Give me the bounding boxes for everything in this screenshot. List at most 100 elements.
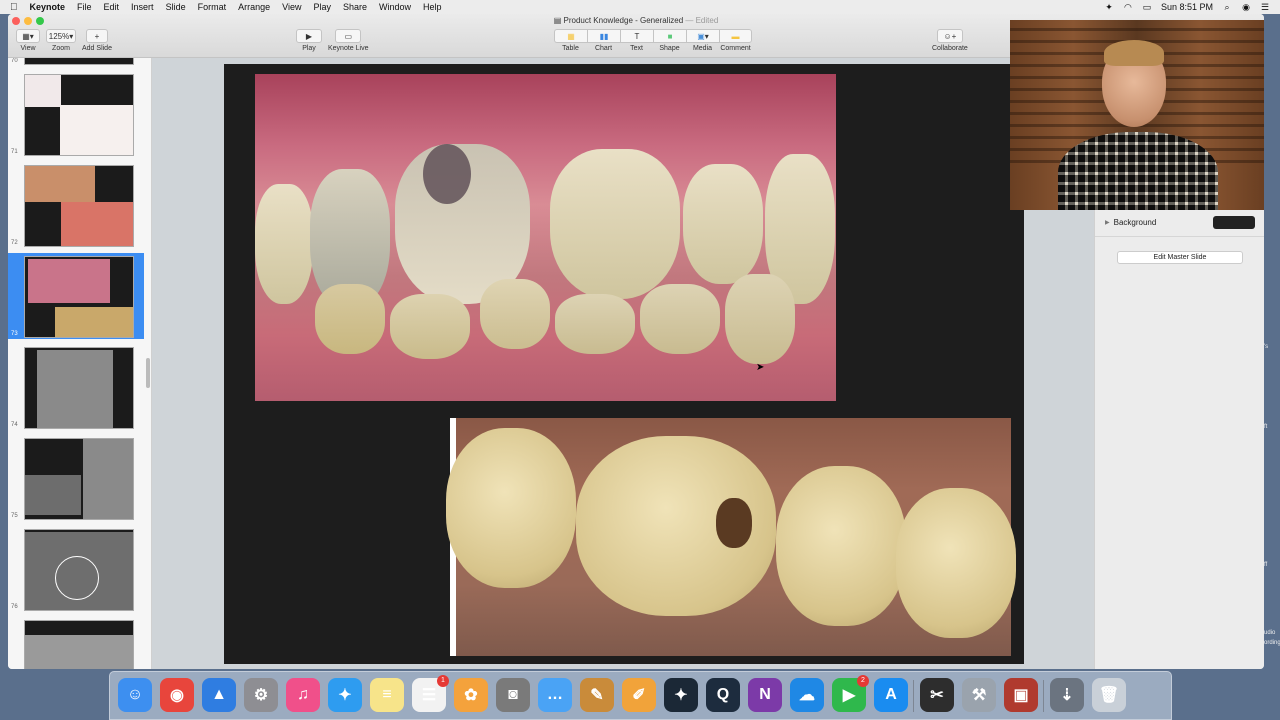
slide-preview — [24, 347, 134, 429]
document-icon: ▤ — [553, 16, 562, 25]
current-slide[interactable] — [224, 64, 1024, 664]
shape-button[interactable]: ■ Shape — [653, 29, 686, 52]
keynote-live-button[interactable]: ▭ Keynote Live — [328, 29, 368, 52]
menu-slide[interactable]: Slide — [166, 2, 186, 12]
kindle-icon[interactable]: ✦ — [664, 678, 698, 712]
appstore-icon[interactable]: A — [874, 678, 908, 712]
comment-label: Comment — [720, 45, 751, 52]
add-slide-button[interactable]: + Add Slide — [82, 29, 112, 52]
slide-number: 74 — [11, 422, 18, 428]
dock-separator — [1043, 680, 1044, 712]
app-menu[interactable]: Keynote — [30, 2, 66, 12]
slide-thumbnail-selected[interactable]: 73 — [8, 253, 144, 339]
sidebar-icon: ▦▾ — [16, 29, 40, 43]
thumb-image — [61, 202, 133, 246]
edit-master-slide-button[interactable]: Edit Master Slide — [1117, 251, 1243, 264]
media-label: Media — [692, 45, 713, 52]
facetime-icon[interactable]: ▶ 2 — [832, 675, 869, 712]
background-row[interactable]: ▶ Background — [1105, 218, 1156, 227]
compass-icon[interactable]: ✦ — [328, 678, 362, 712]
dropbox-icon[interactable]: ✦ — [1104, 2, 1114, 12]
view-button[interactable]: ▦▾ View — [16, 29, 40, 52]
notes-icon[interactable]: ≡ — [370, 678, 404, 712]
menu-insert[interactable]: Insert — [131, 2, 154, 12]
table-button[interactable]: ▦ Table — [554, 29, 587, 52]
chart-icon: ▮▮ — [587, 29, 620, 43]
collaborate-icon: ☺+ — [936, 29, 963, 43]
background-label: Background — [1113, 218, 1157, 227]
quicktime-icon[interactable]: Q — [706, 678, 740, 712]
menu-share[interactable]: Share — [343, 2, 367, 12]
wifi-icon[interactable]: ◠ — [1123, 2, 1133, 12]
music-icon[interactable]: ♫ — [286, 678, 320, 712]
menu-view[interactable]: View — [282, 2, 301, 12]
notification-center-icon[interactable]: ☰ — [1260, 2, 1270, 12]
thumb-image — [83, 439, 133, 519]
menu-format[interactable]: Format — [198, 2, 227, 12]
slide-thumbnail[interactable]: 74 — [8, 344, 144, 430]
slide-number: 73 — [11, 331, 18, 337]
finder-icon[interactable]: ☺ — [118, 678, 152, 712]
comment-icon: ▬ — [719, 29, 752, 43]
background-color-well[interactable] — [1213, 216, 1255, 229]
messages-icon[interactable]: … — [538, 678, 572, 712]
media-button[interactable]: ▣ ▾ Media — [686, 29, 719, 52]
menu-play[interactable]: Play — [313, 2, 331, 12]
apple-menu-icon[interactable]:  — [10, 2, 18, 13]
thumb-image — [25, 475, 81, 515]
downloads-icon[interactable]: ⇣ — [1050, 678, 1084, 712]
finalcut-icon[interactable]: ✂ — [920, 678, 954, 712]
onenote-icon[interactable]: N — [748, 678, 782, 712]
preview-icon[interactable]: ✎ — [580, 678, 614, 712]
slide-thumbnail[interactable]: 72 — [8, 162, 144, 248]
slide-navigator[interactable]: 70 71 72 73 74 75 76 — [8, 58, 152, 669]
battery-icon[interactable]: ▭ — [1142, 2, 1152, 12]
menubar-clock[interactable]: Sun 8:51 PM — [1161, 2, 1213, 12]
slide-thumbnail[interactable]: 71 — [8, 71, 144, 157]
slide-number: 70 — [11, 58, 18, 64]
comment-button[interactable]: ▬ Comment — [719, 29, 752, 52]
navigator-scrollbar[interactable] — [146, 358, 150, 388]
siri-icon[interactable]: ◉ — [1241, 2, 1251, 12]
cloud-icon[interactable]: ☁ — [790, 678, 824, 712]
zoom-select[interactable]: 125% ▾ — [46, 29, 76, 43]
pages-icon[interactable]: ✐ — [622, 678, 656, 712]
menu-window[interactable]: Window — [379, 2, 411, 12]
slide-thumbnail[interactable]: 77 — [8, 617, 144, 669]
zoom-control[interactable]: 125% ▾ Zoom — [46, 29, 76, 52]
tooth — [550, 149, 680, 299]
tooth — [555, 294, 635, 354]
utilities-icon[interactable]: ⚒ — [962, 678, 996, 712]
chrome-icon[interactable]: ◉ — [160, 678, 194, 712]
menu-file[interactable]: File — [77, 2, 92, 12]
collaborate-button[interactable]: ☺+ Collaborate — [932, 29, 968, 52]
slide-preview — [24, 438, 134, 520]
keynote-icon[interactable]: ▲ — [202, 678, 236, 712]
gear-icon[interactable]: ⚙ — [244, 678, 278, 712]
photobooth-icon[interactable]: ▣ — [1004, 678, 1038, 712]
slide-thumbnail[interactable]: 70 — [8, 58, 144, 66]
collaborate-label: Collaborate — [932, 45, 968, 52]
menu-arrange[interactable]: Arrange — [238, 2, 270, 12]
slide-canvas[interactable]: ➤ — [152, 58, 1094, 669]
molars-photo[interactable] — [446, 418, 1016, 656]
trash-icon[interactable]: 🗑 — [1092, 678, 1126, 712]
front-teeth-photo[interactable] — [255, 74, 836, 401]
thumb-image — [37, 350, 113, 428]
media-icon: ▣ ▾ — [686, 29, 719, 43]
search-icon[interactable]: ⌕ — [1222, 2, 1232, 12]
slide-thumbnail[interactable]: 76 — [8, 526, 144, 612]
play-button[interactable]: ▶ Play — [296, 29, 322, 52]
presenter-shirt-check — [1058, 132, 1218, 210]
menu-edit[interactable]: Edit — [104, 2, 120, 12]
photos-icon[interactable]: ✿ — [454, 678, 488, 712]
disclosure-triangle-icon[interactable]: ▶ — [1105, 219, 1110, 226]
slide-thumbnail[interactable]: 75 — [8, 435, 144, 521]
camera-icon[interactable]: ◙ — [496, 678, 530, 712]
text-button[interactable]: T Text — [620, 29, 653, 52]
keynote-live-label: Keynote Live — [328, 45, 369, 52]
dock-badge: 1 — [437, 675, 449, 687]
chart-button[interactable]: ▮▮ Chart — [587, 29, 620, 52]
menu-help[interactable]: Help — [423, 2, 442, 12]
reminders-icon[interactable]: ☰ 1 — [412, 675, 449, 712]
